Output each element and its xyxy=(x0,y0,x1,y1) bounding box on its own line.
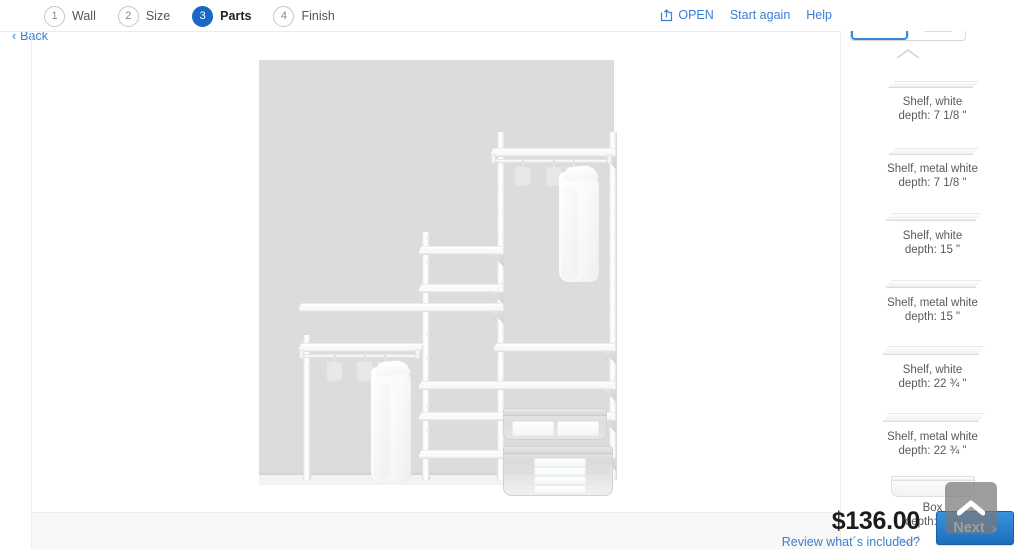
part-name: Shelf, white xyxy=(902,364,963,376)
part-item[interactable]: Shelf, white depth: 22 ¾ " xyxy=(841,338,1024,403)
part-item[interactable]: Shelf, metal white depth: 22 ¾ " xyxy=(841,405,1024,470)
folded-towel xyxy=(512,421,554,436)
part-name: Shelf, metal white xyxy=(887,163,978,175)
bottom-bar xyxy=(32,512,840,549)
basket-rim xyxy=(504,447,612,454)
review-included-link[interactable]: Review what´s included? xyxy=(782,534,920,550)
part-item[interactable]: Shelf, white depth: 7 1/8 " xyxy=(841,70,1024,135)
hanging-garment-top xyxy=(559,164,599,282)
shelf-right-2 xyxy=(494,381,616,390)
chevron-up-icon xyxy=(896,49,920,59)
step-number: 2 xyxy=(117,5,139,27)
shelf-left-rod xyxy=(299,343,424,352)
open-label: OPEN xyxy=(678,8,714,22)
step-parts[interactable]: 3 Parts xyxy=(192,5,252,27)
start-again-button[interactable]: Start again xyxy=(730,8,790,22)
folded-towel xyxy=(534,476,586,485)
help-button[interactable]: Help xyxy=(806,8,832,22)
step-label: Parts xyxy=(220,9,252,23)
left-rail-divider xyxy=(31,0,32,549)
shelf-thumbnail xyxy=(878,405,988,427)
open-button[interactable]: OPEN xyxy=(660,8,714,22)
shelf-left-upper xyxy=(299,303,504,312)
step-label: Size xyxy=(145,9,171,23)
hanger xyxy=(326,355,343,382)
scroll-up-button[interactable] xyxy=(893,47,923,61)
step-wall[interactable]: 1 Wall xyxy=(44,5,96,27)
part-depth: depth: 15 " xyxy=(904,244,961,256)
folded-towel xyxy=(534,467,586,476)
shelf-center-3 xyxy=(419,450,504,459)
shelf-top-right xyxy=(491,148,616,157)
parts-sidebar: Shelf, white depth: 7 1/8 " Shelf, metal… xyxy=(841,0,1024,549)
shelf-thumbnail xyxy=(878,137,988,159)
part-name: Shelf, metal white xyxy=(887,431,978,443)
rod-end-left xyxy=(491,154,496,164)
part-depth: depth: 15 " xyxy=(904,311,961,323)
shelf-thumbnail xyxy=(878,204,988,226)
step-label: Wall xyxy=(72,9,96,23)
closet-render xyxy=(259,60,617,496)
part-item[interactable]: Shelf, metal white depth: 7 1/8 " xyxy=(841,137,1024,202)
step-number: 1 xyxy=(44,5,65,27)
step-size[interactable]: 2 Size xyxy=(117,5,171,27)
step-finish[interactable]: 4 Finish xyxy=(273,5,335,27)
top-bar-divider xyxy=(0,31,840,32)
shelf-thumbnail xyxy=(878,70,988,92)
part-item[interactable]: Shelf, metal white depth: 15 " xyxy=(841,271,1024,336)
storage-basket-lower xyxy=(503,446,613,496)
hanging-garment-left xyxy=(371,359,411,482)
rod-end-right xyxy=(607,154,612,164)
scroll-to-top-button[interactable] xyxy=(945,482,997,534)
folded-towel xyxy=(557,421,599,436)
total-price: $136.00 xyxy=(831,507,921,535)
step-indicator: 1 Wall 2 Size 3 Parts 4 Finish xyxy=(44,4,357,28)
part-item[interactable]: Shelf, white depth: 15 " xyxy=(841,204,1024,269)
hanger xyxy=(514,160,531,187)
step-number: 3 xyxy=(192,5,214,27)
rail-mid1 xyxy=(422,232,430,480)
top-bar: 1 Wall 2 Size 3 Parts 4 Finish OPEN Star… xyxy=(0,0,1024,32)
part-depth: depth: 22 ¾ " xyxy=(898,378,967,390)
part-depth: depth: 22 ¾ " xyxy=(898,445,967,457)
shelf-center-1 xyxy=(419,381,504,390)
rod-end-left xyxy=(299,349,304,359)
part-name: Shelf, metal white xyxy=(887,297,978,309)
rod-end-right xyxy=(415,349,420,359)
garment-sleeve xyxy=(580,192,597,280)
shelf-front-face xyxy=(491,153,613,157)
open-export-icon xyxy=(660,8,673,22)
design-canvas[interactable] xyxy=(32,32,840,512)
folded-towel xyxy=(534,485,586,494)
chevron-up-icon xyxy=(957,500,985,516)
part-name: Shelf, white xyxy=(902,230,963,242)
shelf-right-1 xyxy=(494,343,616,352)
garment-sleeve xyxy=(392,387,409,480)
step-label: Finish xyxy=(301,9,335,23)
shelf-center-2 xyxy=(419,412,504,421)
step-number: 4 xyxy=(273,5,295,27)
part-depth: depth: 7 1/8 " xyxy=(898,110,967,122)
shelf-mid-2 xyxy=(419,284,504,293)
basket-rim xyxy=(504,409,606,416)
configurator-app: 1 Wall 2 Size 3 Parts 4 Finish OPEN Star… xyxy=(0,0,1024,549)
top-actions: OPEN Start again Help xyxy=(660,8,832,22)
garment-sleeve xyxy=(373,383,390,480)
part-depth: depth: 7 1/8 " xyxy=(898,177,967,189)
garment-sleeve xyxy=(561,188,578,280)
shelf-mid-1 xyxy=(419,246,504,255)
folded-towel xyxy=(534,458,586,467)
price-summary: $136.00 Review what´s included? xyxy=(782,507,921,550)
part-name: Shelf, white xyxy=(902,96,963,108)
sidebar-divider xyxy=(840,0,841,549)
storage-basket-upper xyxy=(503,408,607,440)
shelf-thumbnail xyxy=(878,271,988,293)
parts-list[interactable]: Shelf, white depth: 7 1/8 " Shelf, metal… xyxy=(841,68,1024,530)
shelf-thumbnail xyxy=(878,338,988,360)
